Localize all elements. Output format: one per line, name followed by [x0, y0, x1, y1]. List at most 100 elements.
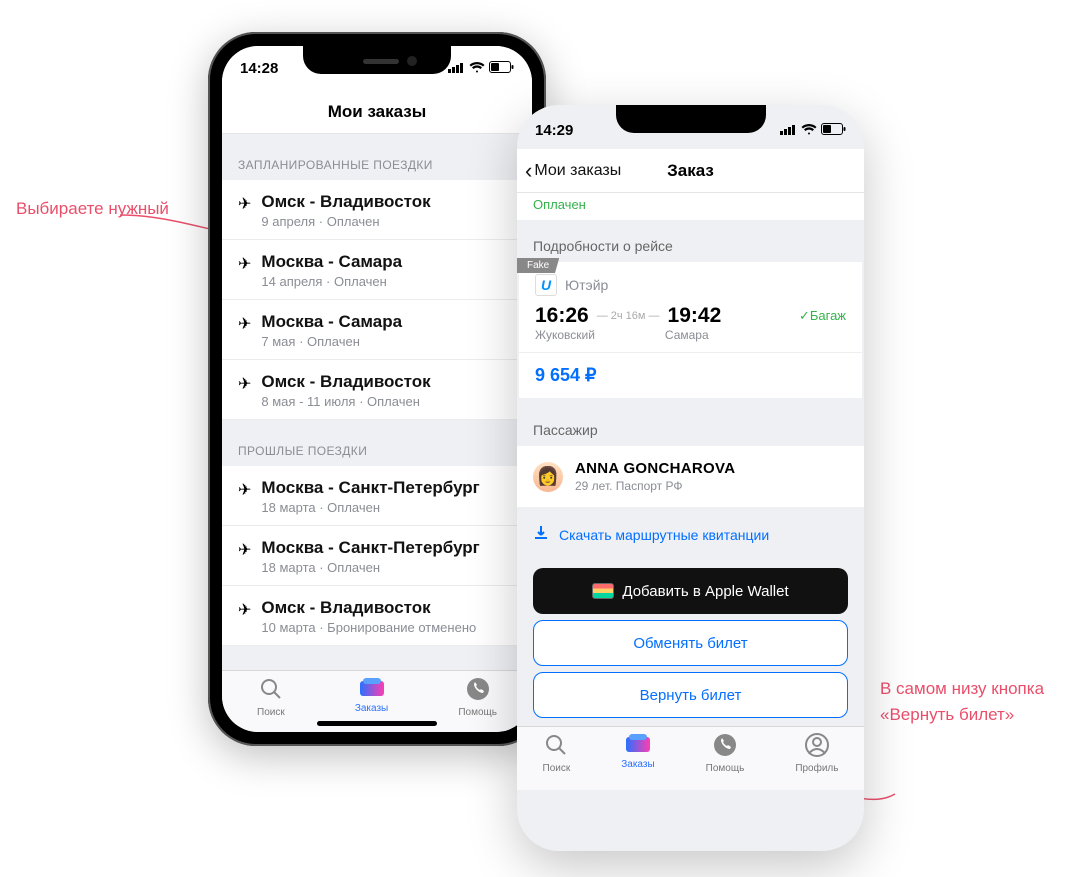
order-row[interactable]: ✈ Омск - Владивосток 8 мая - 11 июля · О…	[222, 360, 532, 420]
passenger-header: Пассажир	[517, 398, 864, 446]
tab-label: Поиск	[543, 763, 571, 774]
status-right	[780, 122, 846, 139]
section-planned-header: ЗАПЛАНИРОВАННЫЕ ПОЕЗДКИ	[222, 134, 532, 180]
time-row: 16:26 — 2ч 16м — 19:42 ✓Багаж	[519, 300, 862, 328]
order-row[interactable]: ✈ Москва - Самара 7 мая · Оплачен	[222, 300, 532, 360]
city-row: Жуковский Самара	[519, 328, 862, 352]
nav-header: ‹ Мои заказы Заказ	[517, 149, 864, 193]
return-label: Вернуть билет	[640, 687, 742, 704]
phone-left-frame: 14:28 Мои заказы ЗАПЛАНИРОВАННЫЕ ПОЕЗДКИ…	[208, 32, 546, 746]
wifi-icon	[469, 60, 485, 77]
tab-label: Заказы	[355, 703, 388, 714]
route-label: Омск - Владивосток	[261, 192, 430, 212]
status-time: 14:29	[535, 122, 573, 139]
orders-icon	[625, 733, 651, 757]
plane-icon: ✈	[238, 374, 251, 394]
phone-right-screen: 14:29 ‹ Мои заказы Заказ Оплачен Подробн…	[517, 105, 864, 851]
route-sub: 7 мая · Оплачен	[261, 334, 402, 349]
download-receipts-link[interactable]: Скачать маршрутные квитанции	[517, 507, 864, 562]
paid-status: Оплачен	[517, 193, 864, 220]
nav-title: Заказ	[667, 161, 714, 181]
route-label: Москва - Самара	[261, 312, 402, 332]
tabbar: Поиск Заказы Помощь Профиль	[517, 726, 864, 790]
plane-icon: ✈	[238, 314, 251, 334]
order-row[interactable]: ✈ Москва - Самара 14 апреля · Оплачен	[222, 240, 532, 300]
search-icon	[259, 677, 283, 705]
route-sub: 18 марта · Оплачен	[261, 500, 479, 515]
flight-details-header: Подробности о рейсе	[517, 220, 864, 262]
flight-card[interactable]: Fake U Ютэйр 16:26 — 2ч 16м — 19:42 ✓Баг…	[519, 262, 862, 398]
route-label: Омск - Владивосток	[261, 598, 476, 618]
orders-icon	[359, 677, 385, 701]
download-label: Скачать маршрутные квитанции	[559, 527, 769, 543]
annotation-right: В самом низу кнопка «Вернуть билет»	[880, 676, 1050, 727]
wifi-icon	[801, 122, 817, 139]
route-sub: 14 апреля · Оплачен	[261, 274, 402, 289]
exchange-ticket-button[interactable]: Обменять билет	[533, 620, 848, 666]
route-label: Омск - Владивосток	[261, 372, 430, 392]
back-label: Мои заказы	[534, 162, 621, 180]
tab-orders[interactable]: Заказы	[355, 677, 388, 714]
order-row[interactable]: ✈ Омск - Владивосток 10 марта · Брониров…	[222, 586, 532, 646]
tab-search[interactable]: Поиск	[543, 733, 571, 790]
tab-help[interactable]: Помощь	[706, 733, 745, 790]
route-label: Москва - Самара	[261, 252, 402, 272]
exchange-label: Обменять билет	[633, 635, 747, 652]
tab-label: Помощь	[706, 763, 745, 774]
tab-help[interactable]: Помощь	[458, 677, 497, 718]
battery-icon	[489, 60, 514, 77]
notch	[303, 46, 451, 74]
order-row[interactable]: ✈ Омск - Владивосток 9 апреля · Оплачен	[222, 180, 532, 240]
route-label: Москва - Санкт-Петербург	[261, 478, 479, 498]
avatar-icon: 👩	[533, 462, 563, 492]
status-time: 14:28	[240, 60, 278, 77]
order-row[interactable]: ✈ Москва - Санкт-Петербург 18 марта · Оп…	[222, 466, 532, 526]
passenger-card[interactable]: 👩 ANNA GONCHAROVA 29 лет. Паспорт РФ	[517, 446, 864, 507]
plane-icon: ✈	[238, 254, 251, 274]
dep-time: 16:26	[535, 304, 589, 328]
plane-icon: ✈	[238, 600, 251, 620]
route-label: Москва - Санкт-Петербург	[261, 538, 479, 558]
nav-header: Мои заказы	[222, 90, 532, 134]
tab-search[interactable]: Поиск	[257, 677, 285, 718]
airline-name: Ютэйр	[565, 277, 608, 293]
back-button[interactable]: ‹ Мои заказы	[525, 158, 621, 184]
profile-icon	[805, 733, 829, 761]
airline-row: U Ютэйр	[519, 262, 862, 300]
home-indicator	[317, 721, 437, 726]
plane-icon: ✈	[238, 480, 251, 500]
download-icon	[533, 525, 549, 544]
signal-icon	[448, 60, 465, 77]
plane-icon: ✈	[238, 194, 251, 214]
airline-logo: U	[535, 274, 557, 296]
arr-city: Самара	[665, 328, 709, 342]
order-row[interactable]: ✈ Москва - Санкт-Петербург 18 марта · Оп…	[222, 526, 532, 586]
tab-orders[interactable]: Заказы	[621, 733, 654, 790]
tab-label: Помощь	[458, 707, 497, 718]
chevron-left-icon: ‹	[525, 158, 532, 184]
fake-badge: Fake	[517, 258, 559, 273]
tab-label: Поиск	[257, 707, 285, 718]
tab-profile[interactable]: Профиль	[795, 733, 838, 790]
arr-time: 19:42	[668, 304, 722, 328]
search-icon	[544, 733, 568, 761]
wallet-label: Добавить в Apple Wallet	[622, 583, 788, 600]
duration: — 2ч 16м —	[597, 310, 660, 322]
tab-label: Профиль	[795, 763, 838, 774]
status-right	[448, 60, 514, 77]
notch	[616, 105, 766, 133]
battery-icon	[821, 122, 846, 139]
passenger-sub: 29 лет. Паспорт РФ	[575, 479, 735, 493]
passenger-name: ANNA GONCHAROVA	[575, 460, 735, 477]
apple-wallet-button[interactable]: Добавить в Apple Wallet	[533, 568, 848, 614]
price: 9 654 ₽	[519, 352, 862, 398]
phone-icon	[466, 677, 490, 705]
tab-label: Заказы	[621, 759, 654, 770]
phone-left-screen: 14:28 Мои заказы ЗАПЛАНИРОВАННЫЕ ПОЕЗДКИ…	[222, 46, 532, 732]
dep-city: Жуковский	[535, 328, 595, 342]
route-sub: 8 мая - 11 июля · Оплачен	[261, 394, 430, 409]
signal-icon	[780, 122, 797, 139]
luggage-badge: ✓Багаж	[799, 308, 846, 324]
return-ticket-button[interactable]: Вернуть билет	[533, 672, 848, 718]
route-sub: 9 апреля · Оплачен	[261, 214, 430, 229]
